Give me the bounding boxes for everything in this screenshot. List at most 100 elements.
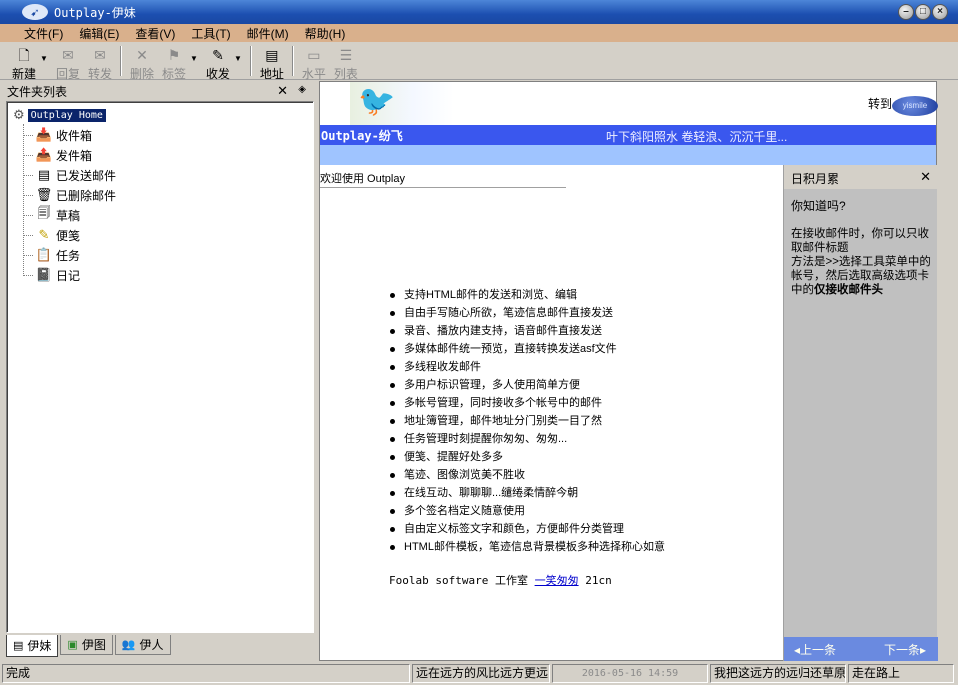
tree-item-diary[interactable]: 📓 日记	[35, 266, 80, 284]
tree-root-label: Outplay Home	[27, 108, 106, 122]
tree-item-inbox[interactable]: 📥 收件箱	[35, 126, 92, 144]
feature-item: 地址簿管理，邮件地址分门别类一目了然	[388, 412, 788, 430]
horizontal-layout-icon: ▭	[307, 47, 321, 63]
tree-item-drafts[interactable]: 🗐 草稿	[35, 205, 81, 224]
title-bar: ➹ Outplay-伊妹 – □ ×	[0, 0, 958, 24]
welcome-title-text: 欢迎使用 Outplay	[320, 173, 405, 185]
minimize-icon[interactable]: –	[898, 4, 914, 20]
credits-link[interactable]: 一笑匆匆	[535, 574, 579, 587]
parrot-icon: 🐦	[358, 85, 396, 118]
toolbar: 🗋 新建 ▼ ✉ 回复 ✉ 转发 ✕ 删除 ⚑ 标签 ▼ ✎ 收发 ▼ ▤ 地址…	[0, 42, 958, 81]
tree-item-label: 任务	[56, 248, 81, 263]
list-label: 列表	[333, 67, 358, 81]
new-button[interactable]: 🗋 新建	[8, 42, 40, 81]
menu-tools[interactable]: 工具(T)	[191, 25, 230, 42]
maximize-icon[interactable]: □	[915, 4, 931, 20]
address-book-icon: ▤	[265, 47, 279, 63]
mail-icon: ▤	[13, 640, 24, 652]
tab-yiren[interactable]: 👥 伊人	[114, 635, 171, 655]
close-icon[interactable]: ×	[932, 4, 948, 20]
status-date: 2016-05-16 14:59	[552, 664, 708, 683]
send-receive-button[interactable]: ✎ 收发	[202, 42, 234, 81]
menu-mail[interactable]: 邮件(M)	[247, 25, 289, 42]
next-tip-label: 下一条	[883, 643, 920, 657]
tree-connector	[23, 124, 24, 276]
preview-pane: 🐦 转到 yismile Outplay-纷飞 叶下斜阳照水 卷轻浪、沉沉千里.…	[319, 81, 938, 661]
status-message-2: 我把这远方的远归还草原	[710, 664, 846, 683]
tree-item-label: 草稿	[56, 208, 81, 223]
previous-tip-button[interactable]: ◂上一条	[794, 641, 836, 658]
feature-item: 多线程收发邮件	[388, 358, 788, 376]
tree-item-notes[interactable]: ✎ 便笺	[35, 226, 80, 244]
tree-connector	[23, 235, 33, 236]
menu-view[interactable]: 查看(V)	[135, 25, 175, 42]
note-icon: ✎	[38, 227, 50, 242]
tree-item-label: 已发送邮件	[56, 168, 117, 183]
feature-item: 多个签名档定义随意使用	[388, 502, 788, 520]
menu-file[interactable]: 文件(F)	[24, 25, 63, 42]
toolbar-separator	[249, 46, 252, 76]
tree-root-outplay-home[interactable]: ⚙ Outplay Home	[13, 107, 106, 123]
delete-button[interactable]: ✕ 删除	[126, 42, 158, 81]
send-receive-icon: ✎	[212, 47, 224, 63]
tree-connector	[23, 195, 33, 196]
home-network-icon: ⚙	[13, 107, 25, 122]
feature-item: 笔迹、图像浏览美不胜收	[388, 466, 788, 484]
tree-item-label: 便笺	[56, 228, 81, 243]
menu-edit[interactable]: 编辑(E)	[79, 25, 119, 42]
app-logo-icon: ➹	[22, 4, 48, 20]
feature-item: 自由定义标签文字和颜色，方便邮件分类管理	[388, 520, 788, 538]
feature-item: 任务管理时刻提醒你匆匆、匆匆...	[388, 430, 788, 448]
reply-button[interactable]: ✉ 回复	[52, 42, 84, 81]
status-message-1: 远在远方的风比远方更远	[412, 664, 550, 683]
credits-suffix: 21cn	[585, 574, 612, 587]
close-icon[interactable]: ✕	[277, 83, 288, 99]
new-dropdown-icon[interactable]: ▼	[40, 54, 48, 63]
inbox-icon: 📥	[35, 127, 53, 142]
folder-pane-title: 文件夹列表	[7, 84, 68, 99]
tree-connector	[23, 255, 33, 256]
tag-button[interactable]: ⚑ 标签	[158, 42, 190, 81]
reply-icon: ✉	[62, 47, 74, 63]
tip-body-line1: 在接收邮件时，你可以只收取邮件标题	[791, 228, 929, 254]
forward-button[interactable]: ✉ 转发	[84, 42, 116, 81]
status-message-3: 走在路上	[848, 664, 954, 683]
tab-label: 伊人	[139, 638, 164, 652]
close-icon[interactable]: ✕	[920, 169, 931, 185]
reply-label: 回复	[55, 67, 80, 81]
tree-item-deleted[interactable]: 🗑 已删除邮件	[35, 186, 116, 204]
list-layout-icon: ☰	[339, 47, 353, 63]
tree-item-label: 日记	[56, 268, 81, 283]
tree-item-tasks[interactable]: 📋 任务	[35, 246, 80, 264]
tree-item-label: 发件箱	[56, 148, 93, 163]
tab-yimei[interactable]: ▤ 伊妹	[6, 635, 59, 657]
menu-bar: 文件(F) 编辑(E) 查看(V) 工具(T) 邮件(M) 帮助(H)	[0, 24, 958, 42]
next-tip-button[interactable]: 下一条▸	[884, 641, 926, 658]
folder-pane: 文件夹列表 ✕ ◈ ⚙ Outplay Home 📥 收件箱 📤 发件箱 ▤ 已…	[2, 81, 316, 661]
tree-item-outbox[interactable]: 📤 发件箱	[35, 146, 92, 164]
tree-connector	[23, 275, 33, 276]
menu-help[interactable]: 帮助(H)	[305, 25, 346, 42]
forward-icon: ✉	[94, 47, 106, 63]
tag-dropdown-icon[interactable]: ▼	[190, 54, 198, 63]
address-button[interactable]: ▤ 地址	[256, 42, 288, 81]
tree-item-sent[interactable]: ▤ 已发送邮件	[35, 166, 116, 184]
tree-connector	[23, 215, 33, 216]
send-receive-dropdown-icon[interactable]: ▼	[234, 54, 242, 63]
tab-label: 伊图	[81, 638, 106, 652]
tab-yitu[interactable]: ▣ 伊图	[60, 635, 113, 655]
horizontal-label: 水平	[301, 67, 326, 81]
feature-item: 多帐号管理，同时接收多个帐号中的邮件	[388, 394, 788, 412]
feature-item: 多媒体邮件统一预览，直接转换发送asf文件	[388, 340, 788, 358]
credits-studio: Foolab software 工作室	[389, 574, 528, 587]
horizontal-layout-button[interactable]: ▭ 水平	[298, 42, 330, 81]
status-bar: 完成 远在远方的风比远方更远 2016-05-16 14:59 我把这远方的远归…	[0, 662, 958, 685]
pin-icon[interactable]: ◈	[298, 84, 306, 95]
bottom-tab-strip: ▤ 伊妹 ▣ 伊图 👥 伊人	[6, 635, 314, 659]
address-label: 地址	[259, 67, 284, 81]
delete-label: 删除	[129, 67, 154, 81]
toolbar-separator	[119, 46, 122, 76]
yismile-logo-button[interactable]: yismile	[892, 96, 938, 116]
tree-connector	[23, 175, 33, 176]
list-layout-button[interactable]: ☰ 列表	[330, 42, 362, 81]
